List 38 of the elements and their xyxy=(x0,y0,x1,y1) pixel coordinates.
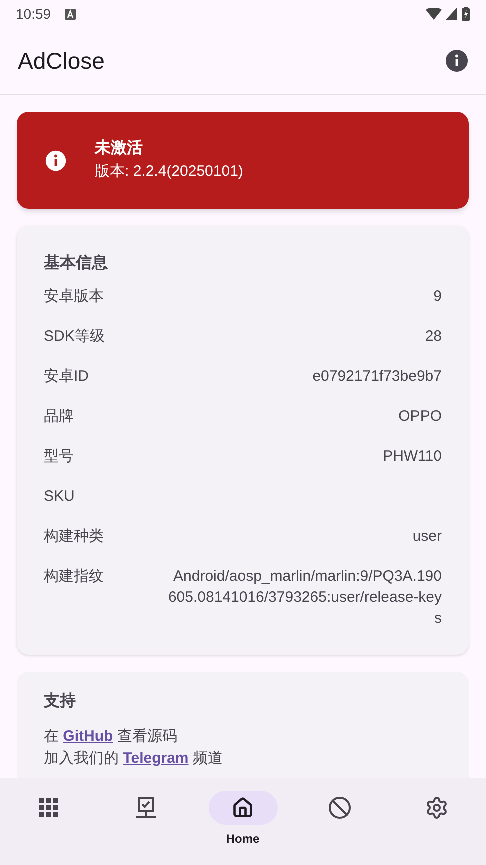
wifi-icon xyxy=(426,8,442,20)
info-value: user xyxy=(412,527,442,547)
support-link[interactable]: GitHub xyxy=(63,728,114,745)
info-value: PHW110 xyxy=(383,447,442,467)
support-link[interactable]: Telegram xyxy=(123,750,189,767)
settings-icon xyxy=(425,796,450,820)
info-icon xyxy=(45,150,67,172)
status-time: 10:59 xyxy=(16,4,52,24)
signal-icon xyxy=(446,8,457,20)
support-text: 加入我们的 Telegram 频道 xyxy=(44,749,224,769)
info-label: 安卓ID xyxy=(44,367,89,387)
home-icon xyxy=(232,797,254,819)
info-value: 9 xyxy=(434,287,442,307)
info-button[interactable] xyxy=(446,50,468,72)
card-title: 基本信息 xyxy=(44,254,109,274)
block-icon xyxy=(328,796,352,820)
info-label: 安卓版本 xyxy=(44,287,104,307)
info-value: e0792171f73be9b7 xyxy=(312,367,442,387)
info-value: 28 xyxy=(425,327,442,347)
grid-icon xyxy=(38,798,59,818)
support-text: 在 GitHub 查看源码 xyxy=(44,727,178,747)
version-text: 版本: 2.2.4(20250101) xyxy=(95,162,244,182)
battery-icon xyxy=(462,7,470,21)
info-label: 品牌 xyxy=(44,407,74,427)
info-label: 构建种类 xyxy=(44,527,104,547)
info-label: 型号 xyxy=(44,447,74,467)
status-title: 未激活 xyxy=(95,138,144,160)
info-label: 构建指纹 xyxy=(44,567,104,587)
info-label: SKU xyxy=(44,487,75,507)
monitor-check-icon xyxy=(134,796,158,820)
nav-tab[interactable]: Home xyxy=(194,791,292,848)
card-title: 支持 xyxy=(44,692,77,712)
info-label: SDK等级 xyxy=(44,327,105,347)
info-value: Android/aosp_marlin/marlin:9/PQ3A.190605.08141016/3793265:user/release-keys xyxy=(167,567,442,629)
notification-icon xyxy=(65,8,76,20)
info-icon xyxy=(446,50,468,72)
info-value: OPPO xyxy=(398,407,442,427)
app-title: AdClose xyxy=(18,46,106,76)
